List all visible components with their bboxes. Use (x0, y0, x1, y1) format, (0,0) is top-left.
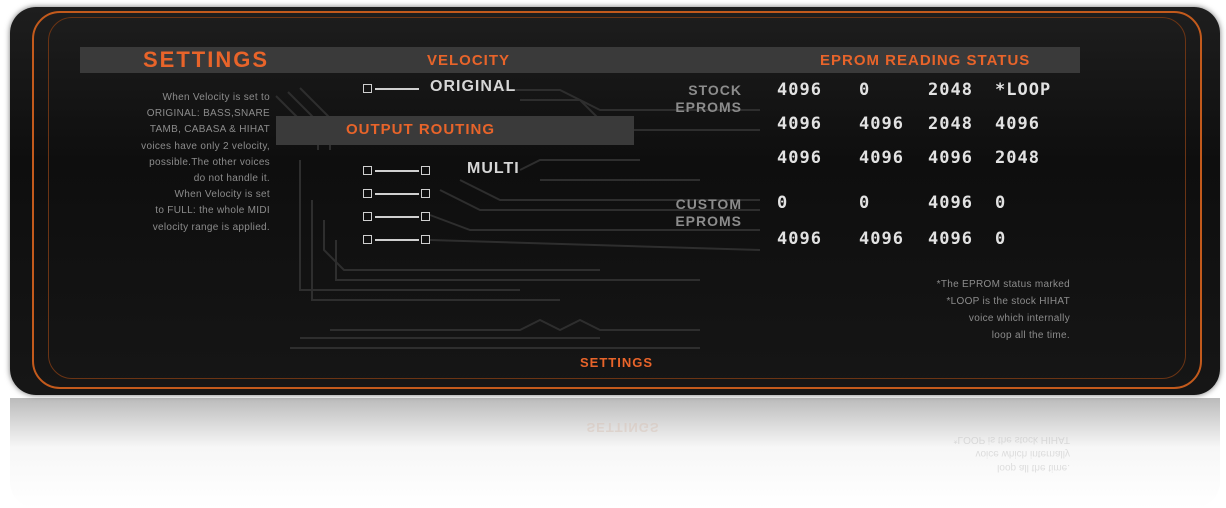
description-line: possible.The other voices (149, 156, 270, 168)
settings-tab[interactable]: SETTINGS (580, 355, 653, 370)
routing-output-box-1[interactable] (421, 166, 430, 175)
output-routing-heading: OUTPUT ROUTING (346, 121, 495, 138)
eprom-value: *LOOP (995, 80, 1052, 100)
description-line: When Velocity is set (174, 189, 270, 201)
routing-checkbox-4[interactable] (363, 235, 372, 244)
routing-connector-line (375, 216, 419, 218)
eprom-value: 4096 (995, 114, 1040, 134)
description-line: do not handle it. (193, 173, 270, 185)
eprom-value: 4096 (859, 229, 904, 249)
routing-connector-line (375, 193, 419, 195)
eprom-value: 4096 (859, 114, 904, 134)
eprom-value: 4096 (928, 229, 973, 249)
reflection-settings-text: SETTINGS (586, 420, 660, 435)
stock-eproms-label: STOCK EPROMS (640, 82, 742, 116)
eprom-value: 4096 (928, 148, 973, 168)
eprom-value: 0 (859, 80, 871, 100)
velocity-connector-line (375, 88, 419, 90)
velocity-option-label[interactable]: ORIGINAL (430, 78, 516, 96)
reflection-note-line: *LOOP is the stock HIHAT (953, 434, 1070, 445)
velocity-heading: VELOCITY (427, 52, 511, 69)
velocity-description: When Velocity is set to ORIGINAL: BASS,S… (72, 90, 270, 236)
eprom-value: 4096 (928, 193, 973, 213)
velocity-checkbox[interactable] (363, 84, 372, 93)
reflection-note-line: voice which internally (975, 448, 1071, 459)
reflection-note-line: loop all the time. (997, 462, 1070, 473)
reflection-note: loop all the time. voice which internall… (920, 432, 1070, 474)
description-line: ORIGINAL: BASS,SNARE (146, 108, 270, 120)
routing-checkbox-2[interactable] (363, 189, 372, 198)
note-line: voice which internally (968, 313, 1070, 324)
eprom-value: 2048 (995, 148, 1040, 168)
routing-output-box-2[interactable] (421, 189, 430, 198)
description-line: TAMB, CABASA & HIHAT (149, 124, 270, 136)
eprom-value: 4096 (777, 114, 822, 134)
stock-label-line: STOCK (688, 82, 742, 98)
note-line: *LOOP is the stock HIHAT (946, 296, 1070, 307)
routing-connector-line (375, 239, 419, 241)
eprom-value: 4096 (777, 229, 822, 249)
eprom-value: 0 (995, 229, 1007, 249)
routing-output-box-3[interactable] (421, 212, 430, 221)
routing-option-label[interactable]: MULTI (467, 160, 520, 178)
eprom-status-heading: EPROM READING STATUS (820, 52, 1031, 69)
routing-output-box-4[interactable] (421, 235, 430, 244)
eprom-value: 4096 (859, 148, 904, 168)
description-line: velocity range is applied. (152, 221, 270, 233)
routing-connector-line (375, 170, 419, 172)
description-line: voices have only 2 velocity, (141, 140, 270, 152)
eprom-value: 0 (995, 193, 1007, 213)
custom-label-line: CUSTOM (675, 196, 742, 212)
eprom-value: 0 (859, 193, 871, 213)
custom-label-line: EPROMS (675, 213, 742, 229)
eprom-value: 0 (777, 193, 789, 213)
settings-title: SETTINGS (143, 47, 270, 72)
eprom-value: 2048 (928, 114, 973, 134)
description-line: to FULL: the whole MIDI (155, 205, 270, 217)
description-line: When Velocity is set to (162, 92, 270, 103)
custom-eproms-label: CUSTOM EPROMS (640, 196, 742, 230)
routing-checkbox-3[interactable] (363, 212, 372, 221)
stock-label-line: EPROMS (675, 99, 742, 115)
eprom-value: 4096 (777, 148, 822, 168)
eprom-value: 2048 (928, 80, 973, 100)
eprom-value: 4096 (777, 80, 822, 100)
note-line: loop all the time. (991, 330, 1070, 341)
loop-note: *The EPROM status marked *LOOP is the st… (862, 276, 1070, 344)
note-line: *The EPROM status marked (936, 279, 1070, 290)
routing-checkbox-1[interactable] (363, 166, 372, 175)
